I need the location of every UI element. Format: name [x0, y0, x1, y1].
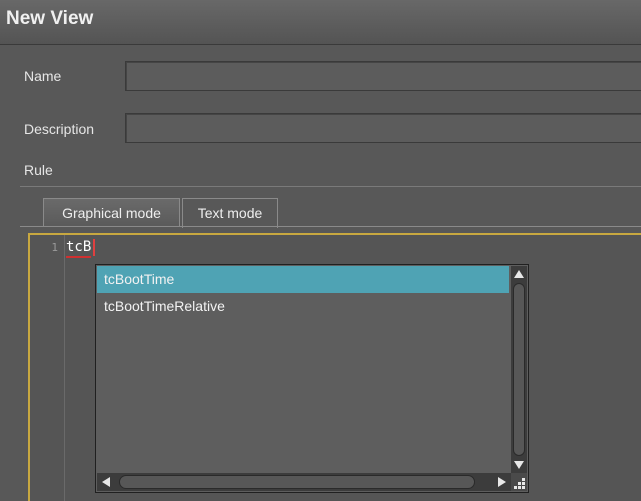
vertical-scrollbar[interactable]	[511, 266, 527, 473]
title-bar: New View	[0, 0, 641, 45]
tab-graphical-mode[interactable]: Graphical mode	[43, 198, 180, 227]
name-label: Name	[24, 68, 62, 84]
rule-label: Rule	[24, 162, 53, 178]
scroll-down-icon[interactable]	[514, 461, 524, 469]
window-title: New View	[6, 8, 94, 29]
autocomplete-item-tcboottimerelative[interactable]: tcBootTimeRelative	[97, 293, 509, 320]
description-field[interactable]	[125, 113, 641, 143]
horizontal-scroll-thumb[interactable]	[119, 475, 475, 489]
horizontal-scrollbar[interactable]	[97, 473, 511, 491]
text-caret	[93, 239, 95, 256]
line-gutter: 1	[30, 235, 65, 501]
autocomplete-popup[interactable]: tcBootTime tcBootTimeRelative	[95, 264, 529, 493]
tabs-baseline	[20, 226, 641, 227]
resize-grip-icon[interactable]	[511, 473, 527, 491]
vertical-scroll-thumb[interactable]	[513, 283, 525, 456]
scroll-up-icon[interactable]	[514, 270, 524, 278]
autocomplete-item-tcboottime[interactable]: tcBootTime	[97, 266, 509, 293]
tab-text-mode[interactable]: Text mode	[182, 198, 278, 228]
name-field[interactable]	[125, 61, 641, 91]
code-text[interactable]: tcB	[66, 239, 92, 258]
scroll-left-icon[interactable]	[102, 477, 110, 487]
rule-separator	[20, 186, 641, 187]
line-number: 1	[51, 241, 58, 254]
scroll-right-icon[interactable]	[498, 477, 506, 487]
description-label: Description	[24, 121, 95, 137]
